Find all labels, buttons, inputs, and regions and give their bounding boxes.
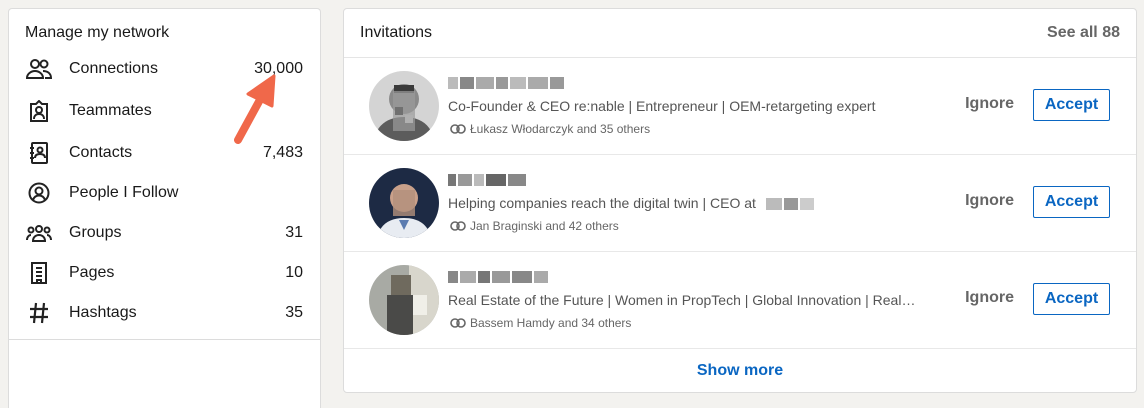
sidebar-item-count: 31: [285, 224, 303, 241]
show-more-button[interactable]: Show more: [344, 349, 1136, 389]
invitations-header: Invitations See all 88: [344, 9, 1136, 58]
accept-button[interactable]: Accept: [1033, 283, 1110, 315]
blurred-name[interactable]: [448, 171, 528, 186]
blurred-company: [765, 198, 782, 211]
see-all-link[interactable]: See all 88: [1047, 24, 1120, 42]
panel-title: Manage my network: [25, 24, 170, 41]
mutual-text: Bassem Hamdy and 34 others: [470, 316, 632, 330]
sidebar-item-label: Hashtags: [69, 304, 137, 321]
headline: Co-Founder & CEO re:nable | Entrepreneur…: [448, 98, 876, 114]
sidebar-item-people-follow[interactable]: People I Follow: [25, 179, 303, 207]
connections-icon: [25, 55, 53, 83]
sidebar-item-label: Contacts: [69, 144, 133, 161]
sidebar-item-pages[interactable]: Pages 10: [25, 259, 303, 287]
sidebar-item-label: Connections: [69, 60, 158, 77]
people-follow-icon: [25, 179, 53, 207]
hashtag-icon: [25, 299, 53, 327]
headline: Helping companies reach the digital twin…: [448, 195, 928, 211]
pages-icon: [25, 259, 53, 287]
sidebar-item-hashtags[interactable]: Hashtags 35: [25, 299, 303, 327]
manage-network-panel: Manage my network Connections 30,000 Tea…: [8, 8, 321, 408]
sidebar-item-count: 10: [285, 264, 303, 281]
mutual-connections-icon: [450, 124, 466, 134]
teammates-icon: [25, 97, 53, 125]
mutual-connections: Bassem Hamdy and 34 others: [450, 316, 631, 330]
invitations-panel: Invitations See all 88 Co-Founder & CEO …: [343, 8, 1137, 393]
contacts-icon: [25, 139, 53, 167]
blurred-name[interactable]: [448, 74, 566, 89]
mutual-text: Jan Braginski and 42 others: [470, 219, 619, 233]
invitation-row: Helping companies reach the digital twin…: [344, 155, 1136, 252]
sidebar-item-count: 35: [285, 304, 303, 321]
avatar[interactable]: [369, 265, 439, 335]
invitation-row: Real Estate of the Future | Women in Pro…: [344, 252, 1136, 349]
ignore-button[interactable]: Ignore: [965, 192, 1014, 210]
headline: Real Estate of the Future | Women in Pro…: [448, 292, 916, 308]
annotation-arrow-icon: [234, 74, 276, 144]
ignore-button[interactable]: Ignore: [965, 95, 1014, 113]
ignore-button[interactable]: Ignore: [965, 289, 1014, 307]
sidebar-item-label: People I Follow: [69, 184, 179, 201]
invitations-title: Invitations: [360, 24, 433, 41]
accept-button[interactable]: Accept: [1033, 186, 1110, 218]
mutual-connections: Łukasz Włodarczyk and 35 others: [450, 122, 650, 136]
mutual-connections: Jan Braginski and 42 others: [450, 219, 619, 233]
sidebar-item-label: Pages: [69, 264, 115, 281]
mutual-connections-icon: [450, 318, 466, 328]
avatar[interactable]: [369, 168, 439, 238]
accept-button[interactable]: Accept: [1033, 89, 1110, 121]
sidebar-item-label: Groups: [69, 224, 122, 241]
mutual-text: Łukasz Włodarczyk and 35 others: [470, 122, 651, 136]
panel-divider: [9, 339, 320, 340]
invitation-row: Co-Founder & CEO re:nable | Entrepreneur…: [344, 58, 1136, 155]
groups-icon: [25, 219, 53, 247]
avatar[interactable]: [369, 71, 439, 141]
sidebar-item-groups[interactable]: Groups 31: [25, 219, 303, 247]
sidebar-item-label: Teammates: [69, 102, 152, 119]
mutual-connections-icon: [450, 221, 466, 231]
headline-text: Helping companies reach the digital twin…: [448, 195, 756, 211]
blurred-name[interactable]: [448, 268, 550, 283]
